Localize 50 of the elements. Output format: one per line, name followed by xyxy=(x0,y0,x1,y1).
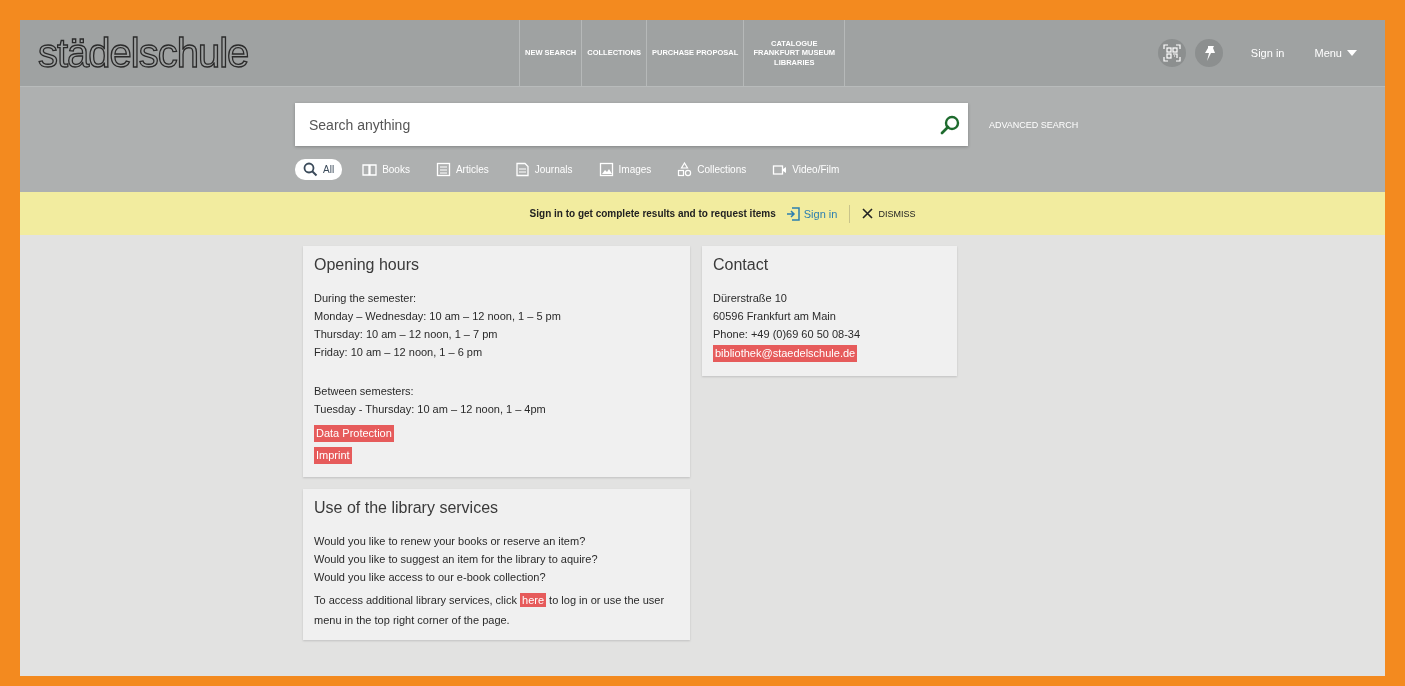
search-field[interactable]: Search anything xyxy=(295,103,968,146)
search-scope-tab[interactable]: Collections xyxy=(671,159,753,180)
card-title: Contact xyxy=(713,256,770,274)
card-title: Use of the library services xyxy=(314,499,500,517)
paragraph: To access additional library services, click here to log in or use the user menu in the top right corner of the page. xyxy=(314,592,666,628)
search-icon xyxy=(303,162,318,177)
document-icon xyxy=(514,162,530,177)
book-icon xyxy=(362,162,378,177)
video-camera-icon xyxy=(772,162,788,177)
text-line: Thursday: 10 am – 12 noon, 1 – 7 pm xyxy=(314,327,499,342)
search-scope-tab[interactable]: Books xyxy=(356,159,416,180)
sign-in-link[interactable]: Sign in xyxy=(1250,47,1285,59)
here-link[interactable]: here xyxy=(520,593,547,607)
sign-in-icon xyxy=(785,206,800,221)
image-icon xyxy=(598,162,614,177)
text-line: Tuesday - Thursday: 10 am – 12 noon, 1 – 4pm xyxy=(314,402,547,417)
logo[interactable]: städelschule xyxy=(38,30,308,76)
text-line: Would you like to renew your books or reserve an item? xyxy=(314,534,587,549)
search-button[interactable] xyxy=(938,113,962,137)
text-line: Monday – Wednesday: 10 am – 12 noon, 1 – 5 pm xyxy=(314,309,562,324)
card-title: Opening hours xyxy=(314,256,420,274)
text-line: Would you like access to our e-book collection? xyxy=(314,570,547,585)
email-link[interactable]: bibliothek@staedelschule.de xyxy=(713,345,858,362)
search-scope-tab[interactable]: Images xyxy=(592,159,658,180)
notice-text: Sign in to get complete results and to request items xyxy=(529,208,776,219)
close-icon xyxy=(862,208,874,219)
dismiss-button[interactable]: DISMISS xyxy=(862,208,916,219)
qr-code-icon xyxy=(1162,44,1181,62)
text-line: Between semesters: xyxy=(314,384,415,399)
qr-code-button[interactable] xyxy=(1157,39,1186,67)
menu-button[interactable]: Menu xyxy=(1314,47,1357,59)
text-line: Friday: 10 am – 12 noon, 1 – 6 pm xyxy=(314,345,484,360)
search-icon xyxy=(940,115,960,135)
search-scope-tab[interactable]: Journals xyxy=(508,159,579,180)
text-line: 60596 Frankfurt am Main xyxy=(713,309,837,324)
footer-link[interactable]: Imprint xyxy=(314,447,352,464)
search-scope-tab[interactable]: Articles xyxy=(429,159,495,180)
sign-in-link[interactable]: Sign in xyxy=(785,206,838,221)
article-icon xyxy=(435,162,451,177)
search-scope-tab[interactable]: Video/Film xyxy=(766,159,846,180)
pin-button[interactable] xyxy=(1194,39,1223,67)
text-line: Phone: +49 (0)69 60 50 08-34 xyxy=(713,327,862,342)
shapes-icon xyxy=(677,162,693,177)
text-line: During the semester: xyxy=(314,291,418,306)
caret-icon xyxy=(1347,50,1357,56)
advanced-search-link[interactable]: ADVANCED SEARCH xyxy=(989,119,1079,130)
footer-link[interactable]: Data Protection xyxy=(314,425,394,442)
search-scope-tab[interactable]: All xyxy=(295,159,343,180)
text-line: Would you like to suggest an item for the library to aquire? xyxy=(314,552,599,567)
text-line: Dürerstraße 10 xyxy=(713,291,788,306)
